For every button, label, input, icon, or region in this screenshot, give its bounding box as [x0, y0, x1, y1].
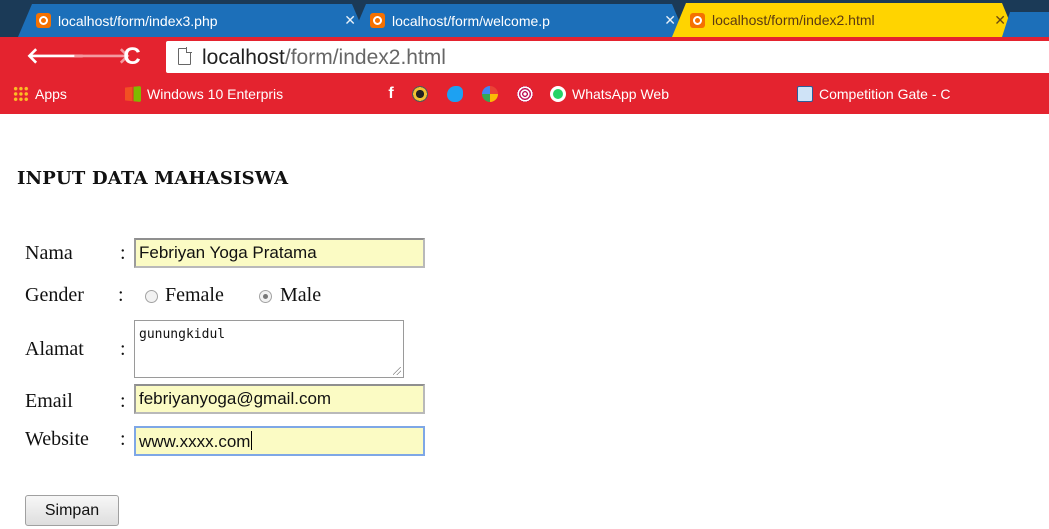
xampp-favicon-icon: [690, 13, 705, 28]
reload-icon[interactable]: C: [120, 45, 144, 69]
tab-title: localhost/form/index2.html: [712, 12, 875, 28]
tab-index2-active[interactable]: localhost/form/index2.html ✕: [672, 3, 1016, 37]
gender-colon: :: [118, 284, 124, 306]
website-colon: :: [120, 428, 126, 450]
page-icon: [178, 47, 192, 65]
bookmark-competition-gate[interactable]: Competition Gate - C: [797, 86, 951, 102]
apps-grid-icon: [13, 86, 29, 102]
bookmark-label: WhatsApp Web: [572, 86, 670, 102]
email-colon: :: [120, 390, 126, 412]
back-arrow-icon[interactable]: 🡐: [26, 45, 85, 69]
bookmark-label: Windows 10 Enterpris: [147, 86, 284, 102]
bookmark-twitter[interactable]: [447, 86, 469, 102]
tab-index3[interactable]: localhost/form/index3.php ✕: [18, 4, 366, 37]
gender-label: Gender: [25, 284, 84, 306]
gender-male-label: Male: [280, 284, 322, 306]
facebook-icon: f: [388, 85, 394, 102]
new-tab-button[interactable]: [1002, 12, 1049, 37]
url-host: localhost: [202, 46, 285, 69]
bookmark-photo[interactable]: [412, 86, 434, 102]
website-input[interactable]: www.xxxx.com: [134, 426, 425, 456]
close-tab-icon[interactable]: ✕: [344, 12, 356, 29]
simpan-button[interactable]: Simpan: [25, 495, 119, 526]
resize-grip-icon[interactable]: [393, 367, 401, 375]
whatsapp-icon: [550, 86, 566, 102]
close-tab-icon[interactable]: ✕: [664, 12, 676, 29]
bookmarks-bar: Apps Windows 10 Enterpris f WhatsApp Web…: [0, 77, 1049, 114]
browser-tab-strip: localhost/form/index3.php ✕ localhost/fo…: [0, 0, 1049, 37]
close-tab-icon[interactable]: ✕: [994, 12, 1006, 29]
page-content: INPUT DATA MAHASISWA Nama : Febriyan Yog…: [0, 114, 1049, 529]
gender-female-radio[interactable]: [145, 290, 158, 303]
bookmark-google[interactable]: [482, 86, 504, 102]
alamat-label: Alamat: [25, 338, 84, 360]
nama-input[interactable]: Febriyan Yoga Pratama: [134, 238, 425, 268]
google-icon: [482, 86, 498, 102]
tab-title: localhost/form/welcome.p: [392, 12, 550, 29]
alamat-textarea[interactable]: gunungkidul: [134, 320, 404, 378]
bookmark-facebook[interactable]: f: [383, 86, 405, 102]
gender-male-radio[interactable]: [259, 290, 272, 303]
nama-label: Nama: [25, 242, 73, 264]
xampp-favicon-icon: [36, 13, 51, 28]
url-path: /form/index2.html: [284, 46, 446, 69]
website-value: www.xxxx.com: [139, 432, 251, 451]
bookmark-label: Competition Gate - C: [819, 86, 951, 102]
xampp-favicon-icon: [370, 13, 385, 28]
page-title: INPUT DATA MAHASISWA: [17, 168, 289, 189]
twitter-icon: [447, 86, 463, 102]
windows-icon: [125, 86, 141, 102]
bookmark-label: Apps: [35, 86, 67, 102]
camera-icon: [412, 86, 428, 102]
bookmark-three[interactable]: [517, 86, 539, 102]
bookmark-apps[interactable]: Apps: [13, 86, 67, 102]
three-logo-icon: [517, 86, 533, 102]
tab-welcome[interactable]: localhost/form/welcome.p ✕: [352, 4, 686, 37]
email-input[interactable]: febriyanyoga@gmail.com: [134, 384, 425, 414]
url-text[interactable]: localhost/form/index2.html: [202, 46, 446, 70]
gender-female-label: Female: [165, 284, 224, 306]
bookmark-windows[interactable]: Windows 10 Enterpris: [125, 86, 283, 102]
competition-gate-icon: [797, 86, 813, 102]
browser-toolbar: 🡐 🡒 C localhost/form/index2.html: [0, 37, 1049, 77]
bookmark-whatsapp[interactable]: WhatsApp Web: [550, 86, 669, 102]
email-label: Email: [25, 390, 73, 412]
alamat-colon: :: [120, 338, 126, 360]
address-bar[interactable]: localhost/form/index2.html: [166, 41, 1049, 73]
alamat-text: gunungkidul: [139, 327, 226, 342]
website-label: Website: [25, 428, 89, 450]
tab-title: localhost/form/index3.php: [58, 12, 218, 29]
forward-arrow-icon[interactable]: 🡒: [72, 45, 131, 69]
text-caret: [251, 431, 253, 450]
nama-colon: :: [120, 242, 126, 264]
